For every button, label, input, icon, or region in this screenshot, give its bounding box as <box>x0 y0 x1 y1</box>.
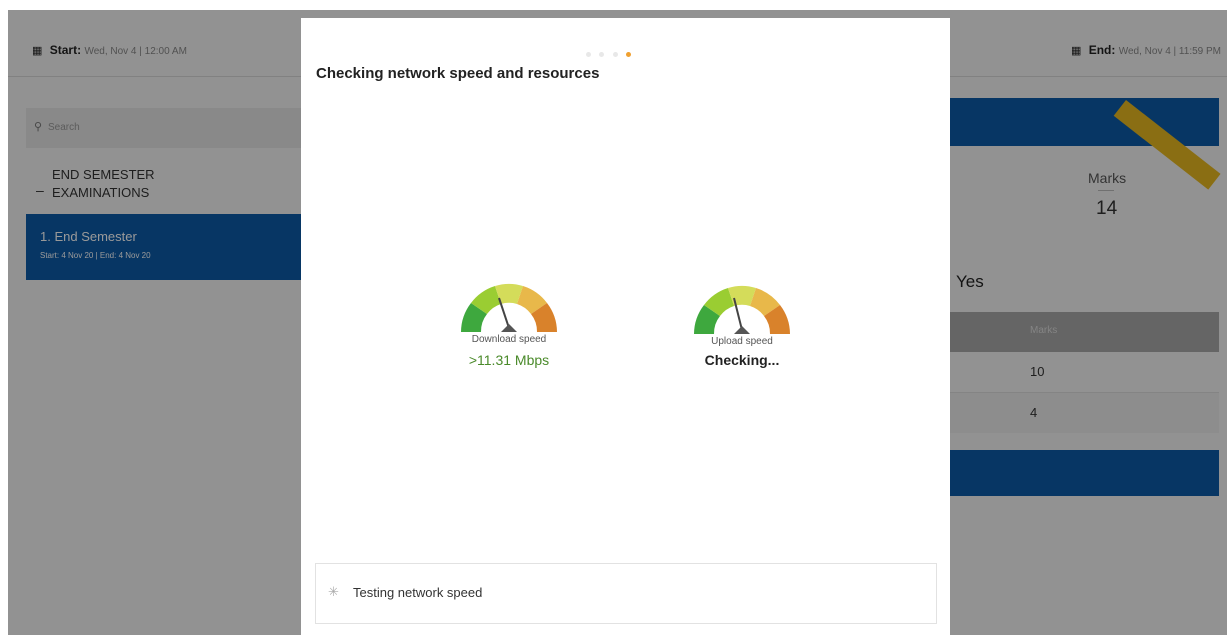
download-label: Download speed <box>471 334 547 345</box>
download-value: >11.31 Mbps <box>468 352 550 368</box>
modal-title: Checking network speed and resources <box>316 65 600 82</box>
speedometer-icon <box>461 283 557 332</box>
upload-label: Upload speed <box>711 336 773 347</box>
step-indicator <box>586 44 635 62</box>
speedometer-icon <box>694 285 790 334</box>
upload-value: Checking... <box>704 352 780 368</box>
step-dot <box>586 52 591 57</box>
step-dot <box>612 52 618 57</box>
spinner-icon: ✳ <box>328 584 339 599</box>
upload-gauge: Upload speed Checking... <box>682 272 802 368</box>
download-gauge: Download speed >11.31 Mbps <box>449 270 569 368</box>
network-check-modal: Checking network speed and resources Dow… <box>301 18 950 635</box>
step-dot <box>599 52 605 57</box>
status-bar: ✳ Testing network speed <box>315 563 937 624</box>
status-text: Testing network speed <box>353 585 483 600</box>
step-dot-active <box>626 52 632 57</box>
